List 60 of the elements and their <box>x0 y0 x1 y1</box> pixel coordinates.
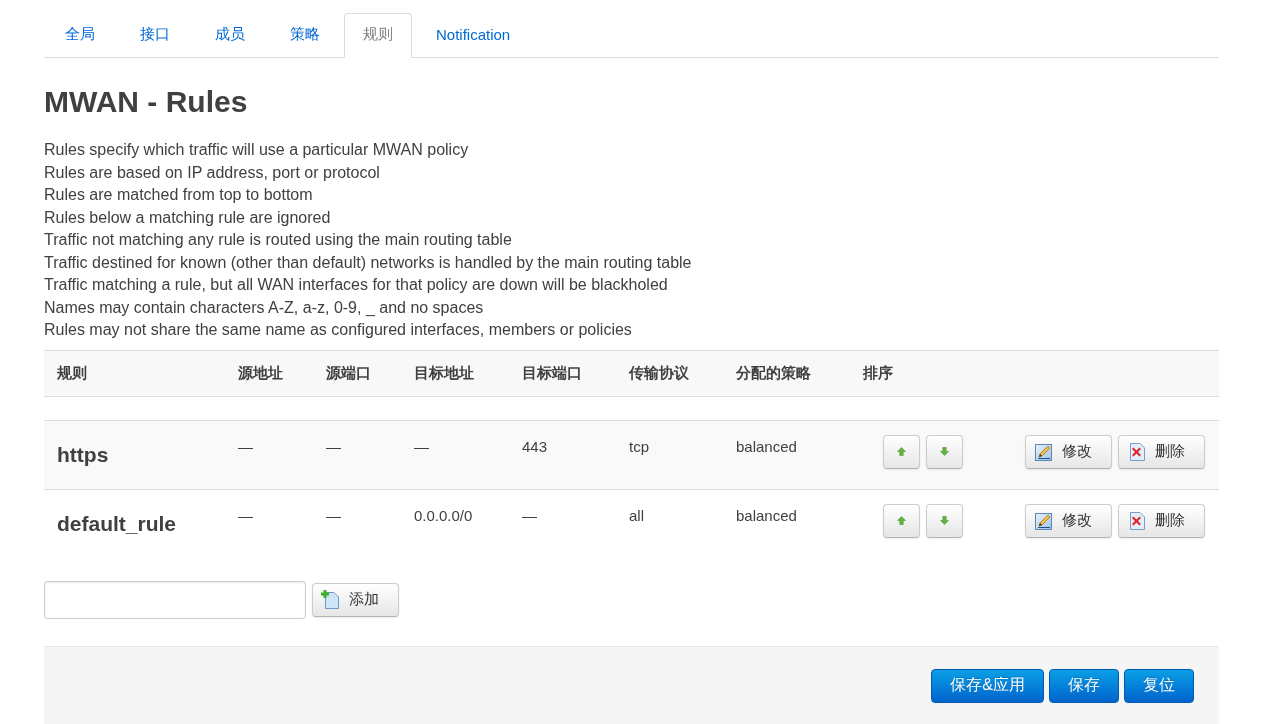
page-title: MWAN - Rules <box>44 85 248 119</box>
table-cell: — <box>238 437 253 455</box>
tab[interactable]: 全局 <box>44 13 116 58</box>
table-cell: all <box>629 506 644 524</box>
tab[interactable]: 成员 <box>194 13 266 58</box>
tab[interactable]: 规则 <box>344 13 412 58</box>
footer-button[interactable]: 复位 <box>1124 668 1194 703</box>
table-cell: balanced <box>736 437 797 455</box>
edit-button[interactable]: 修改 <box>1025 503 1112 538</box>
footer-button[interactable]: 保存&应用 <box>931 668 1044 703</box>
delete-button[interactable]: 删除 <box>1118 434 1205 469</box>
up-arrow-icon <box>897 447 906 456</box>
column-header: 目标地址 <box>414 363 474 383</box>
rule-name: https <box>57 442 109 467</box>
table-cell: — <box>326 506 341 524</box>
description-line: Rules may not share the same name as configured interfaces, members or policies <box>44 320 632 340</box>
description-line: Names may contain characters A-Z, a-z, 0-9, _ and no spaces <box>44 297 484 318</box>
pencil-note-icon <box>1035 511 1053 530</box>
delete-button[interactable]: 删除 <box>1118 503 1205 538</box>
edit-button[interactable]: 修改 <box>1025 434 1112 469</box>
description-line: Traffic matching a rule, but all WAN interfaces for that policy are down will be blackholed <box>44 275 668 295</box>
table-cell: 0.0.0.0/0 <box>414 506 473 524</box>
table-cell: balanced <box>736 506 797 524</box>
description-line: Rules below a matching rule are ignored <box>44 207 331 228</box>
footer-button[interactable]: 保存 <box>1049 668 1119 703</box>
pencil-note-icon <box>1035 442 1053 461</box>
table-cell: — <box>522 506 537 524</box>
tab[interactable]: Notification <box>415 13 532 58</box>
tab[interactable]: 接口 <box>119 13 191 58</box>
column-header: 源地址 <box>238 363 283 383</box>
rule-name: default_rule <box>57 512 177 536</box>
up-arrow-icon <box>897 516 906 525</box>
add-document-icon <box>321 590 340 609</box>
column-header: 分配的策略 <box>736 363 811 383</box>
move-down-button[interactable] <box>926 434 963 469</box>
description-line: Rules specify which traffic will use a particular MWAN policy <box>44 140 469 160</box>
table-cell: 443 <box>522 437 548 455</box>
add-button[interactable]: 添加 <box>312 582 399 617</box>
delete-document-icon <box>1128 511 1146 530</box>
table-cell: tcp <box>629 437 649 455</box>
description-line: Traffic not matching any rule is routed using the main routing table <box>44 230 512 250</box>
column-header: 目标端口 <box>522 363 582 383</box>
table-cell: — <box>326 437 341 455</box>
table-cell: — <box>238 506 253 524</box>
down-arrow-icon <box>940 516 949 525</box>
description-line: Rules are matched from top to bottom <box>44 185 313 205</box>
description-line: Rules are based on IP address, port or protocol <box>44 162 380 183</box>
rule-name-field[interactable] <box>44 580 306 619</box>
column-header: 源端口 <box>326 363 371 383</box>
down-arrow-icon <box>940 447 949 456</box>
tab[interactable]: 策略 <box>269 13 341 58</box>
move-up-button[interactable] <box>883 434 920 469</box>
table-cell: — <box>414 437 429 455</box>
move-down-button[interactable] <box>926 503 963 538</box>
delete-document-icon <box>1128 442 1146 461</box>
column-header: 传输协议 <box>629 363 689 383</box>
move-up-button[interactable] <box>883 503 920 538</box>
column-header: 排序 <box>863 363 893 383</box>
description-line: Traffic destined for known (other than default) networks is handled by the main routing table <box>44 252 692 273</box>
column-header: 规则 <box>57 363 87 383</box>
